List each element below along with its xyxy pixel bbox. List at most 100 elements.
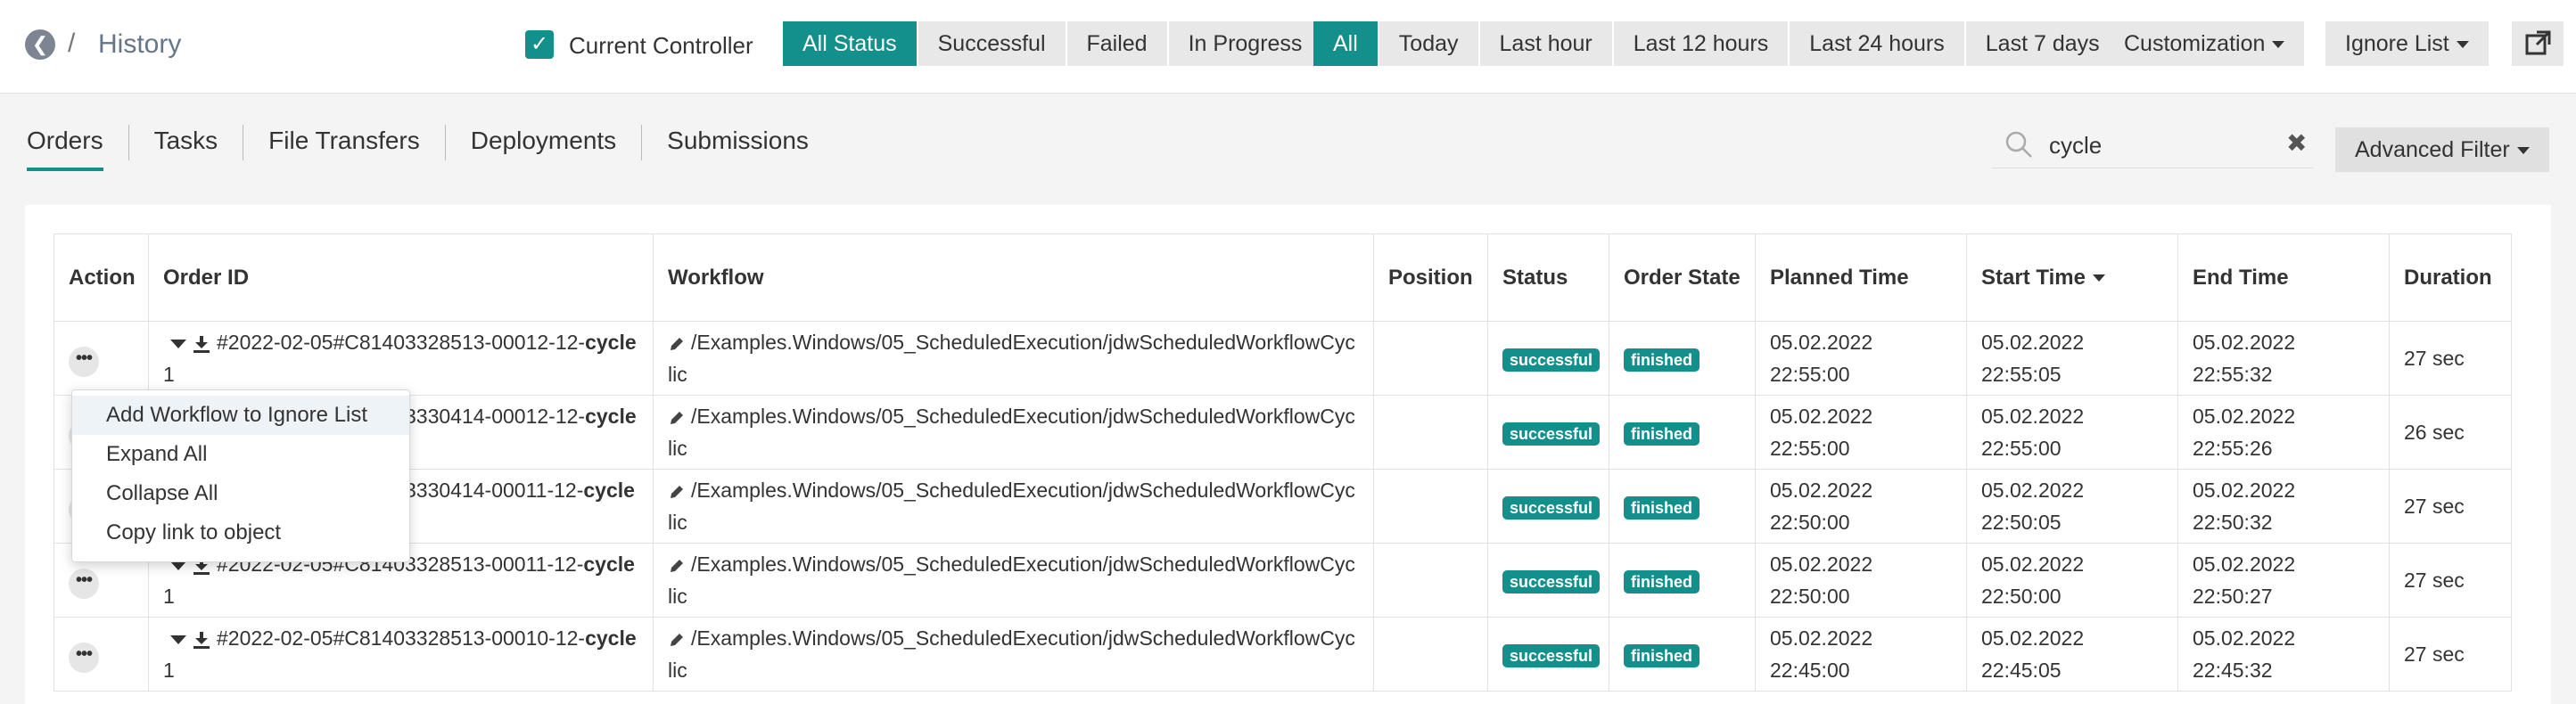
time-filter-last-12-hours[interactable]: Last 12 hours xyxy=(1613,21,1790,66)
workflow-cell: /Examples.Windows/05_ScheduledExecution/… xyxy=(653,617,1374,692)
expand-toggle-icon[interactable] xyxy=(170,561,186,570)
open-external-button[interactable] xyxy=(2512,21,2564,66)
menu-item-collapse-all[interactable]: Collapse All xyxy=(72,474,409,513)
workflow-link[interactable]: /Examples.Windows/05_ScheduledExecution/… xyxy=(668,405,1355,460)
start-date: 05.02.2022 xyxy=(1981,553,2085,576)
status-filter-successful[interactable]: Successful xyxy=(918,21,1067,66)
planned-date: 05.02.2022 xyxy=(1770,331,1873,354)
customization-label: Customization xyxy=(2124,31,2266,56)
more-actions-icon[interactable]: ••• xyxy=(69,568,99,599)
order-state-cell: finished xyxy=(1609,395,1756,470)
order-id-match: cycle xyxy=(583,479,635,502)
tab-divider xyxy=(444,125,446,160)
duration-cell: 27 sec xyxy=(2389,321,2512,396)
status-badge: successful xyxy=(1502,348,1601,372)
start-date: 05.02.2022 xyxy=(1981,479,2085,502)
status-filter-in-progress[interactable]: In Progress xyxy=(1168,21,1322,66)
tab-submissions[interactable]: Submissions xyxy=(667,118,809,171)
more-actions-icon[interactable]: ••• xyxy=(69,642,99,673)
pencil-icon[interactable] xyxy=(668,557,686,575)
workflow-link[interactable]: /Examples.Windows/05_ScheduledExecution/… xyxy=(668,626,1355,682)
menu-item-expand-all[interactable]: Expand All xyxy=(72,435,409,474)
time-filter-all[interactable]: All xyxy=(1313,21,1379,66)
order-state-badge: finished xyxy=(1624,348,1700,372)
start-time-label: Start Time xyxy=(1981,265,2086,290)
more-actions-icon[interactable]: ••• xyxy=(69,346,99,377)
end-date: 05.02.2022 xyxy=(2193,626,2296,650)
column-header-duration[interactable]: Duration xyxy=(2389,233,2512,322)
search-input[interactable] xyxy=(2047,128,2256,162)
chevron-down-icon xyxy=(2272,41,2285,49)
column-header-workflow[interactable]: Workflow xyxy=(653,233,1374,322)
position-cell xyxy=(1373,469,1488,544)
orders-table-body: ••• #2022-02-05#C81403328513-00012-12-cyc… xyxy=(53,321,2512,692)
table-row[interactable]: •••#2022-02-05#C81403330414-00012-12-cyc… xyxy=(53,395,2512,470)
time-filter-group: All Today Last hour Last 12 hours Last 2… xyxy=(1313,21,2119,66)
top-bar: ❮ / History ✓ Current Controller All Sta… xyxy=(0,0,2576,94)
workflow-link[interactable]: /Examples.Windows/05_ScheduledExecution/… xyxy=(668,331,1355,386)
time-filter-last-24-hours[interactable]: Last 24 hours xyxy=(1790,21,1966,66)
time-filter-today[interactable]: Today xyxy=(1379,21,1480,66)
tab-orders[interactable]: Orders xyxy=(27,118,103,171)
end-clock: 22:50:27 xyxy=(2193,585,2273,608)
history-tabs: Orders Tasks File Transfers Deployments … xyxy=(27,118,834,171)
tab-deployments[interactable]: Deployments xyxy=(471,118,616,171)
column-header-start-time[interactable]: Start Time xyxy=(1966,233,2178,322)
pencil-icon[interactable] xyxy=(668,631,686,649)
menu-item-copy-link[interactable]: Copy link to object xyxy=(72,513,409,553)
planned-date: 05.02.2022 xyxy=(1770,626,1873,650)
pencil-icon[interactable] xyxy=(668,409,686,427)
column-header-position[interactable]: Position xyxy=(1373,233,1488,322)
table-header-row: Action Order ID Workflow Position Status… xyxy=(53,233,2512,322)
tab-tasks[interactable]: Tasks xyxy=(154,118,218,171)
duration-cell: 27 sec xyxy=(2389,469,2512,544)
chevron-down-icon xyxy=(2456,41,2469,49)
start-clock: 22:45:05 xyxy=(1981,659,2062,682)
order-id-match: cycle xyxy=(583,553,635,576)
planned-date: 05.02.2022 xyxy=(1770,405,1873,428)
pencil-icon[interactable] xyxy=(668,335,686,353)
download-icon[interactable] xyxy=(192,334,211,354)
end-time-cell: 05.02.2022 22:45:32 xyxy=(2177,617,2390,692)
action-cell: ••• xyxy=(53,617,149,692)
order-id-match: cycle xyxy=(585,331,637,354)
table-row[interactable]: ••• #2022-02-05#C81403328513-00012-12-cyc… xyxy=(53,321,2512,396)
end-time-cell: 05.02.2022 22:55:32 xyxy=(2177,321,2390,396)
end-time-cell: 05.02.2022 22:55:26 xyxy=(2177,395,2390,470)
menu-item-add-workflow-to-ignore-list[interactable]: Add Workflow to Ignore List xyxy=(72,396,409,435)
back-arrow-icon[interactable]: ❮ xyxy=(25,29,55,60)
status-filter-failed[interactable]: Failed xyxy=(1066,21,1169,66)
planned-date: 05.02.2022 xyxy=(1770,479,1873,502)
column-header-status[interactable]: Status xyxy=(1487,233,1609,322)
table-row[interactable]: ••• #2022-02-05#C81403328513-00010-12-cyc… xyxy=(53,617,2512,692)
expand-toggle-icon[interactable] xyxy=(170,634,186,644)
column-header-order-id[interactable]: Order ID xyxy=(148,233,654,322)
clear-search-icon[interactable]: ✖ xyxy=(2286,128,2307,158)
current-controller-checkbox[interactable]: ✓ xyxy=(525,30,554,59)
workflow-link[interactable]: /Examples.Windows/05_ScheduledExecution/… xyxy=(668,553,1355,608)
ignore-list-dropdown[interactable]: Ignore List xyxy=(2325,21,2489,66)
advanced-filter-button[interactable]: Advanced Filter xyxy=(2335,127,2549,172)
planned-clock: 22:50:00 xyxy=(1770,511,1850,534)
workflow-link[interactable]: /Examples.Windows/05_ScheduledExecution/… xyxy=(668,479,1355,534)
expand-toggle-icon[interactable] xyxy=(170,339,186,348)
time-filter-last-7-days[interactable]: Last 7 days xyxy=(1965,21,2119,66)
pencil-icon[interactable] xyxy=(668,483,686,501)
table-row[interactable]: ••• #2022-02-05#C81403328513-00011-12-cyc… xyxy=(53,543,2512,618)
column-header-planned-time[interactable]: Planned Time xyxy=(1755,233,1967,322)
tab-file-transfers[interactable]: File Transfers xyxy=(268,118,420,171)
end-time-cell: 05.02.2022 22:50:32 xyxy=(2177,469,2390,544)
download-icon[interactable] xyxy=(192,630,211,650)
column-header-order-state[interactable]: Order State xyxy=(1609,233,1756,322)
search-icon xyxy=(2005,131,2032,158)
table-row[interactable]: •••#2022-02-05#C81403330414-00011-12-cyc… xyxy=(53,469,2512,544)
search-box: ✖ xyxy=(1992,123,2313,168)
status-filter-all[interactable]: All Status xyxy=(783,21,918,66)
chevron-down-icon xyxy=(2516,147,2530,155)
order-state-cell: finished xyxy=(1609,469,1756,544)
customization-dropdown[interactable]: Customization xyxy=(2104,21,2305,66)
duration-cell: 26 sec xyxy=(2389,395,2512,470)
time-filter-last-hour[interactable]: Last hour xyxy=(1479,21,1614,66)
orders-table: Action Order ID Workflow Position Status… xyxy=(53,233,2512,692)
column-header-end-time[interactable]: End Time xyxy=(2177,233,2390,322)
